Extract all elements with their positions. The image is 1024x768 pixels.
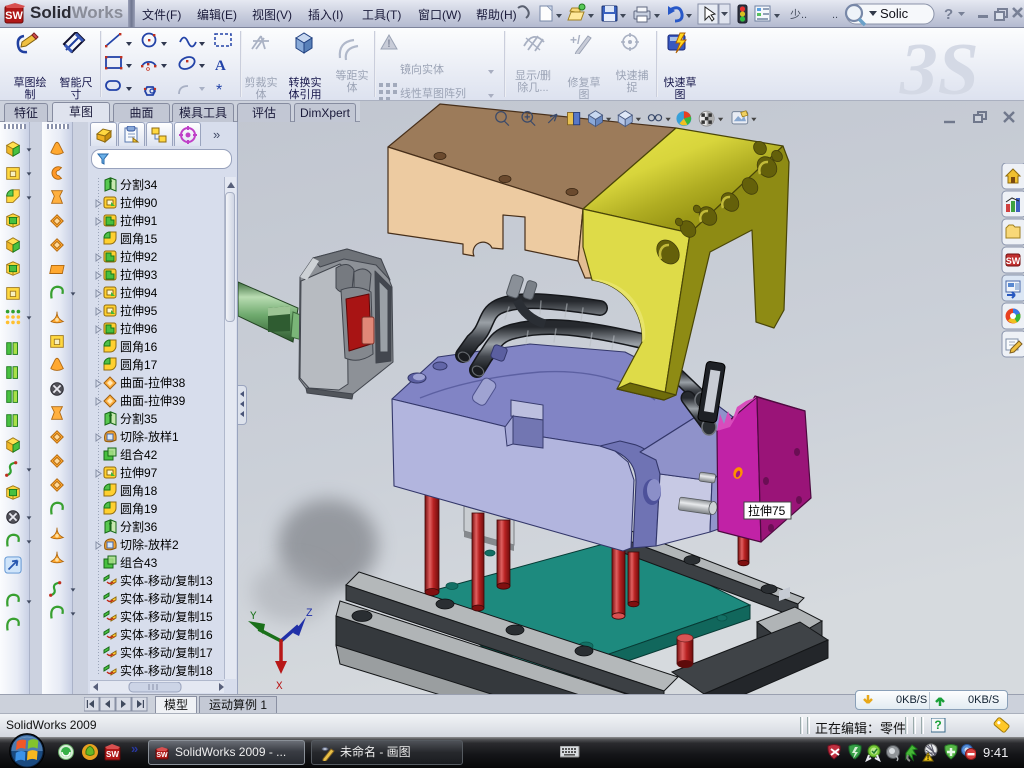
svg-text:Solic: Solic: [880, 6, 909, 21]
svg-text:?: ?: [944, 6, 953, 23]
svg-text:+/: +/: [570, 33, 581, 47]
svg-text:SW: SW: [1006, 256, 1021, 266]
svg-text:SW: SW: [106, 750, 119, 759]
svg-text:拉伸75: 拉伸75: [748, 503, 786, 518]
svg-text:X: X: [276, 681, 283, 693]
svg-text:SW: SW: [156, 752, 168, 759]
svg-text:A: A: [215, 58, 226, 74]
svg-text:Z: Z: [306, 608, 313, 620]
svg-text:..: ..: [832, 9, 838, 21]
svg-text:SW: SW: [5, 10, 23, 22]
svg-text:!: !: [927, 755, 929, 762]
svg-text:?: ?: [934, 718, 941, 732]
svg-text:少..: 少..: [790, 8, 807, 21]
svg-text:*: *: [216, 82, 222, 98]
svg-text:!: !: [387, 38, 391, 50]
svg-text:Y: Y: [250, 611, 257, 623]
